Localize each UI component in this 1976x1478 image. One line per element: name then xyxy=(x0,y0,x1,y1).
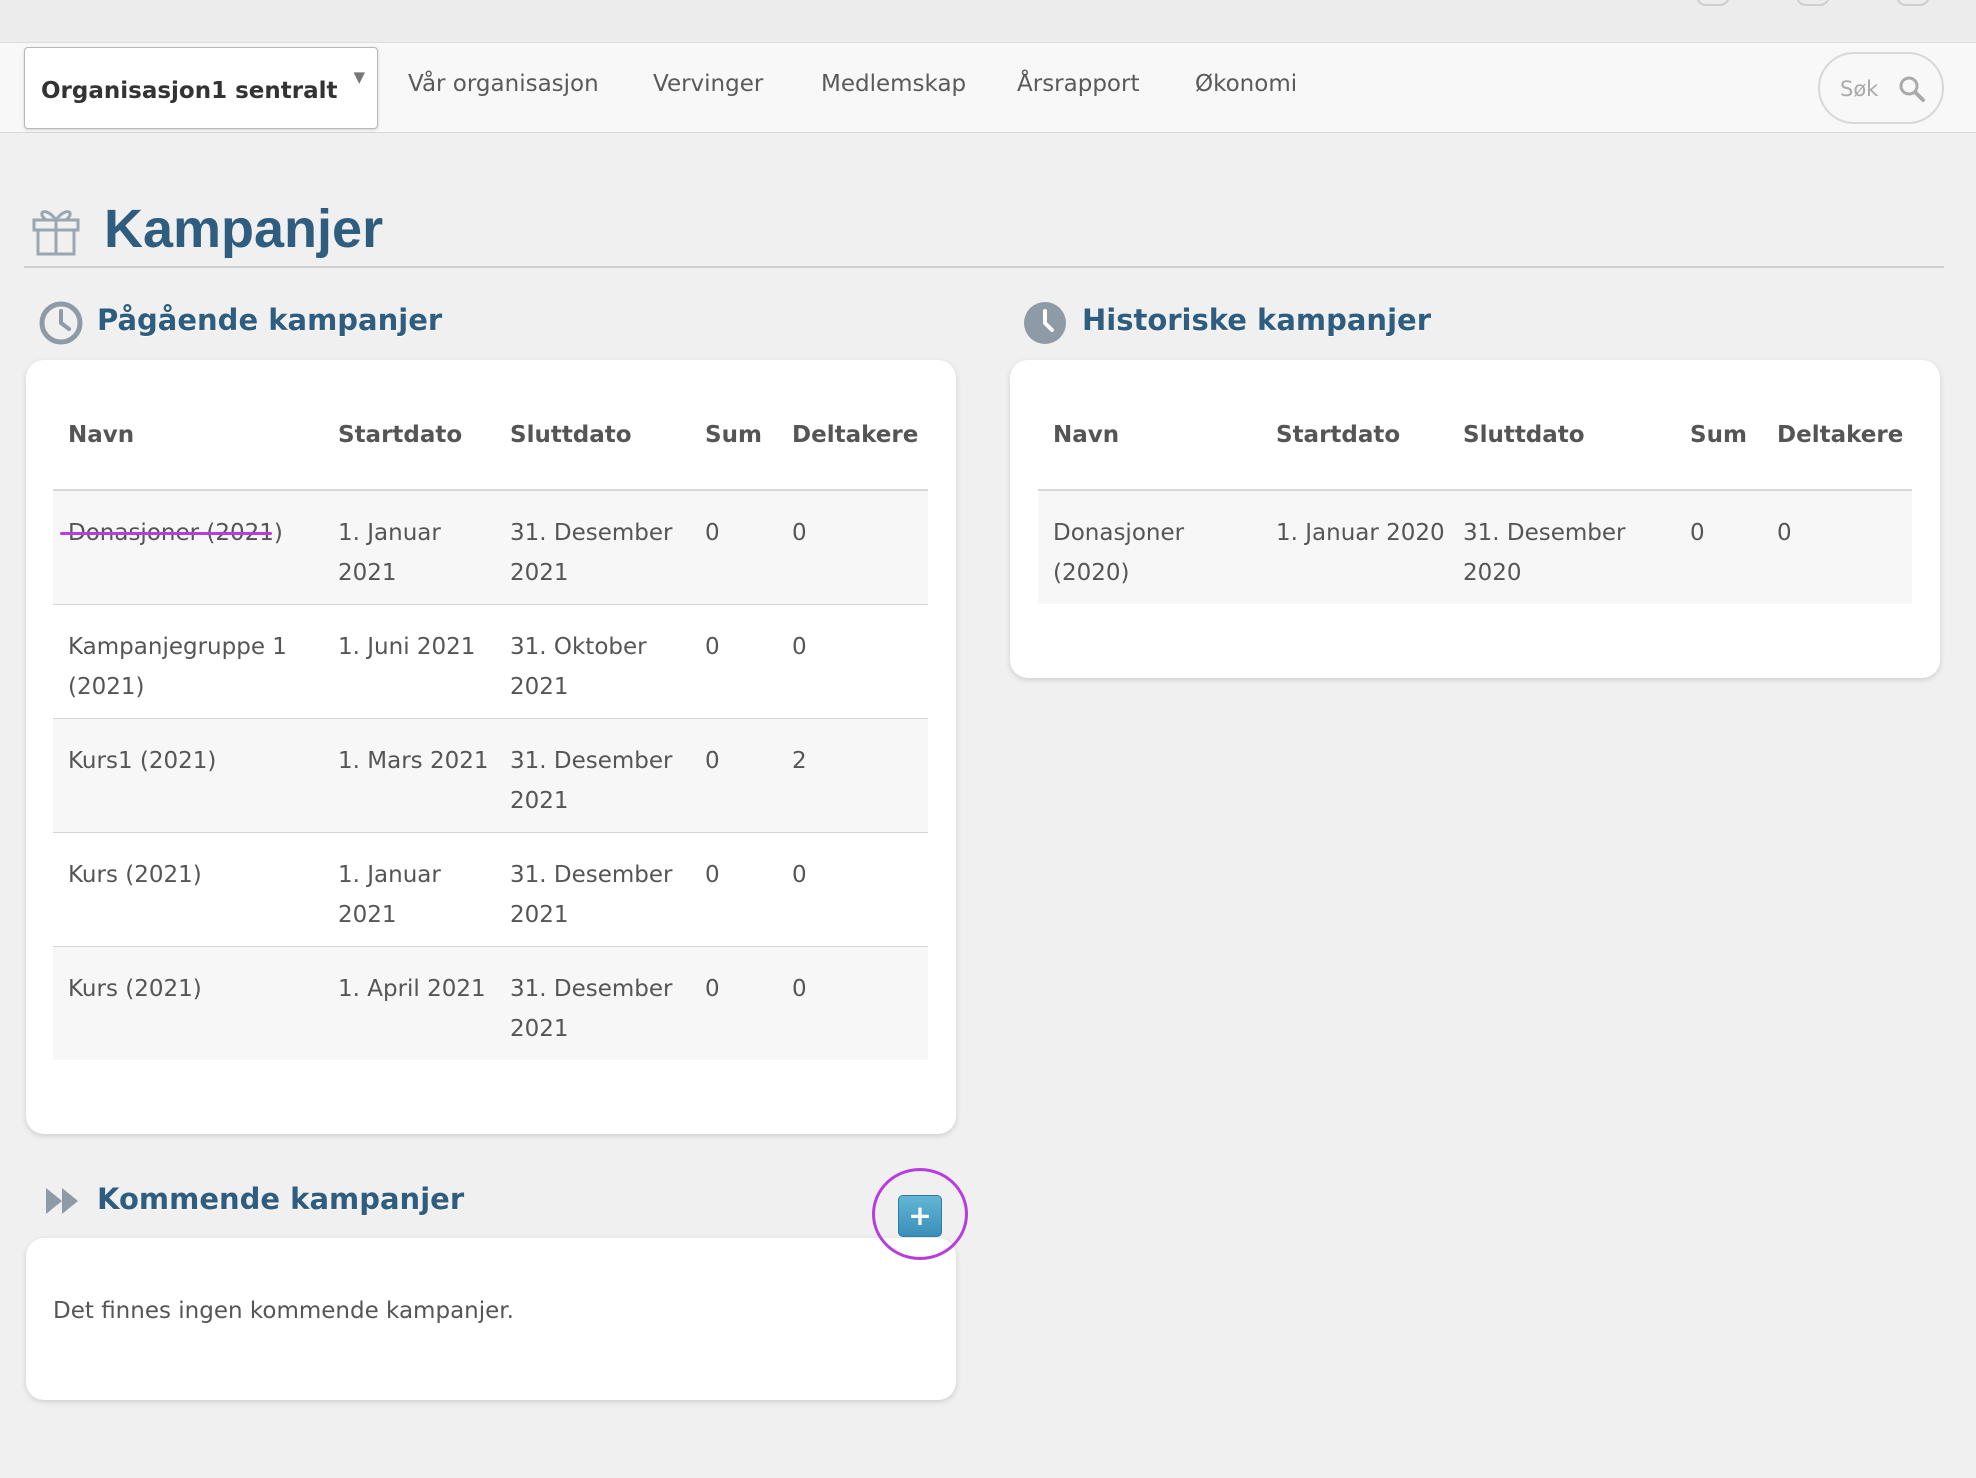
search-icon xyxy=(1899,76,1925,102)
sum-value: 0 xyxy=(690,832,777,947)
empty-state-text: Det finnes ingen kommende kampanjer. xyxy=(53,1298,514,1324)
sum-value: 0 xyxy=(690,718,777,833)
table-row[interactable]: Kurs (2021) 1. April 2021 31. Desember 2… xyxy=(53,946,928,1060)
campaign-name-link[interactable]: Kurs1 (2021) xyxy=(53,718,323,833)
top-strip xyxy=(0,0,1976,43)
ongoing-section-title: Pågående kampanjer xyxy=(97,303,443,337)
table-row[interactable]: Kurs (2021) 1. Januar 2021 31. Desember … xyxy=(53,832,928,947)
sum-value: 0 xyxy=(690,946,777,1060)
fast-forward-icon xyxy=(46,1188,78,1214)
sum-value: 0 xyxy=(690,490,777,605)
highlight-ring xyxy=(872,1168,968,1260)
table-header-row: Navn Startdato Sluttdato Sum Deltakere xyxy=(53,380,928,491)
participants-value: 0 xyxy=(777,604,928,719)
table-row[interactable]: Donasjoner (2020) 1. Januar 2020 31. Des… xyxy=(1038,490,1912,604)
table-row[interactable]: Donasjoner (2021) 1. Januar 2021 31. Des… xyxy=(53,490,928,605)
hover-underline xyxy=(60,532,272,535)
end-date: 31. Desember 2020 xyxy=(1448,490,1675,604)
campaign-name-link[interactable]: Kurs (2021) xyxy=(53,832,323,947)
clock-icon xyxy=(39,301,83,345)
column-header-start[interactable]: Startdato xyxy=(1261,380,1448,491)
end-date: 31. Desember 2021 xyxy=(495,490,690,605)
ongoing-table: Navn Startdato Sluttdato Sum Deltakere D… xyxy=(53,380,928,1060)
participants-value: 2 xyxy=(777,718,928,833)
nav-item-arsrapport[interactable]: Årsrapport xyxy=(1017,71,1139,97)
nav-item-medlemskap[interactable]: Medlemskap xyxy=(821,71,966,97)
sum-value: 0 xyxy=(690,604,777,719)
column-header-end[interactable]: Sluttdato xyxy=(495,380,690,491)
campaign-name-link[interactable]: Donasjoner (2020) xyxy=(1038,490,1261,604)
campaign-name-link[interactable]: Kurs (2021) xyxy=(53,946,323,1060)
sum-value: 0 xyxy=(1675,490,1762,604)
title-divider xyxy=(24,266,1944,268)
upcoming-section-title: Kommende kampanjer xyxy=(97,1182,465,1216)
campaign-name-link[interactable]: Donasjoner (2021) xyxy=(53,490,323,605)
campaign-name-link[interactable]: Kampanjegruppe 1 (2021) xyxy=(53,604,323,719)
user-icon[interactable] xyxy=(1796,0,1830,6)
table-row[interactable]: Kurs1 (2021) 1. Mars 2021 31. Desember 2… xyxy=(53,718,928,833)
clock-filled-icon xyxy=(1024,302,1066,344)
gift-icon xyxy=(32,210,80,256)
search-placeholder: Søk xyxy=(1840,77,1879,101)
start-date: 1. Januar 2021 xyxy=(323,832,495,947)
participants-value: 0 xyxy=(777,490,928,605)
column-header-name[interactable]: Navn xyxy=(53,380,323,491)
column-header-end[interactable]: Sluttdato xyxy=(1448,380,1675,491)
table-row[interactable]: Kampanjegruppe 1 (2021) 1. Juni 2021 31.… xyxy=(53,604,928,719)
org-selector-label: Organisasjon1 sentralt xyxy=(41,78,338,104)
historic-section-title: Historiske kampanjer xyxy=(1082,303,1431,337)
help-icon[interactable] xyxy=(1896,0,1930,6)
column-header-participants[interactable]: Deltakere xyxy=(1762,380,1912,491)
start-date: 1. Januar 2021 xyxy=(323,490,495,605)
start-date: 1. Mars 2021 xyxy=(323,718,495,833)
search-input[interactable]: Søk xyxy=(1818,52,1944,124)
start-date: 1. April 2021 xyxy=(323,946,495,1060)
participants-value: 0 xyxy=(1762,490,1912,604)
column-header-start[interactable]: Startdato xyxy=(323,380,495,491)
end-date: 31. Desember 2021 xyxy=(495,718,690,833)
end-date: 31. Oktober 2021 xyxy=(495,604,690,719)
column-header-name[interactable]: Navn xyxy=(1038,380,1261,491)
menu-icon[interactable] xyxy=(1696,0,1730,6)
start-date: 1. Januar 2020 xyxy=(1261,490,1448,604)
org-selector-dropdown[interactable]: Organisasjon1 sentralt ▼ xyxy=(24,47,378,129)
nav-item-vervinger[interactable]: Vervinger xyxy=(653,71,763,97)
page-title: Kampanjer xyxy=(104,199,384,259)
nav-item-okonomi[interactable]: Økonomi xyxy=(1195,71,1297,97)
start-date: 1. Juni 2021 xyxy=(323,604,495,719)
nav-item-organisasjon[interactable]: Vår organisasjon xyxy=(408,71,599,97)
chevron-down-icon: ▼ xyxy=(353,68,365,86)
end-date: 31. Desember 2021 xyxy=(495,832,690,947)
main-navbar: Organisasjon1 sentralt ▼ Vår organisasjo… xyxy=(0,43,1976,133)
table-header-row: Navn Startdato Sluttdato Sum Deltakere xyxy=(1038,380,1912,491)
participants-value: 0 xyxy=(777,946,928,1060)
column-header-participants[interactable]: Deltakere xyxy=(777,380,928,491)
column-header-sum[interactable]: Sum xyxy=(690,380,777,491)
end-date: 31. Desember 2021 xyxy=(495,946,690,1060)
column-header-sum[interactable]: Sum xyxy=(1675,380,1762,491)
historic-table: Navn Startdato Sluttdato Sum Deltakere D… xyxy=(1038,380,1912,604)
participants-value: 0 xyxy=(777,832,928,947)
